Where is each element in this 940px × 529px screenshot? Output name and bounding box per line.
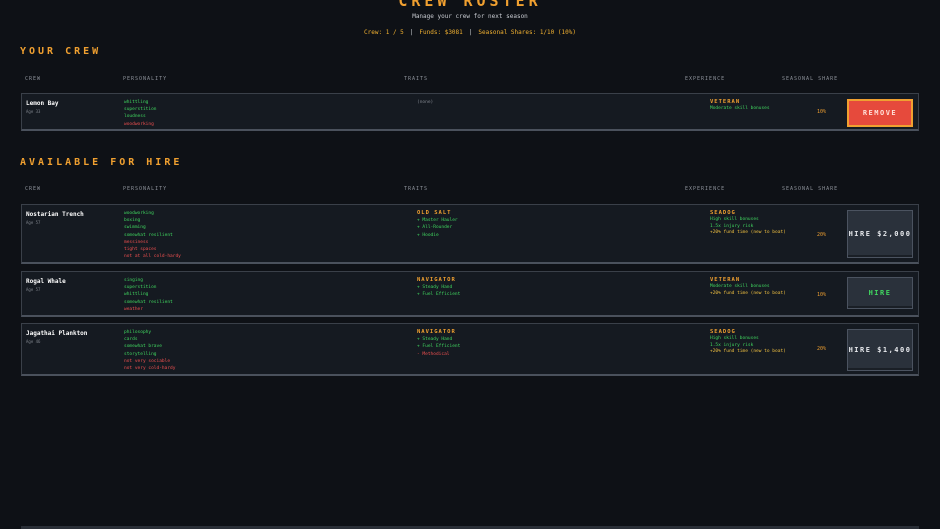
personality-item: woodworking	[124, 211, 154, 216]
trait-name: NAVIGATOR	[417, 329, 456, 335]
personality-item: whittling	[124, 292, 149, 298]
candidate-age: Age 57	[26, 220, 41, 225]
experience: SEADOG High skill bonuses 1.5x injury ri…	[710, 210, 786, 237]
trait-name: OLD SALT	[417, 210, 452, 216]
col-traits: TRAITS	[404, 186, 429, 192]
personality-list: whittling superstition loudness woodwork…	[124, 99, 157, 128]
trait-line: + Master Hauler	[417, 218, 458, 224]
remove-button[interactable]: REMOVE	[847, 99, 913, 127]
crew-name: Lemon Bay	[26, 100, 59, 107]
candidate-age: Age 57	[26, 287, 41, 292]
crew-age: Age 33	[26, 109, 41, 114]
crew-member-card: Lemon Bay Age 33 whittling superstition …	[21, 93, 919, 131]
personality-item: tight spaces	[124, 247, 157, 253]
candidate-age: Age 46	[26, 339, 41, 344]
trait-name: NAVIGATOR	[417, 277, 456, 283]
experience-line: High skill bonuses	[710, 216, 759, 222]
seasonal-share: 10%	[817, 109, 827, 115]
page-subtitle: Manage your crew for next season	[412, 13, 528, 20]
personality-item: messiness	[124, 239, 149, 245]
personality-list: singing superstition whittling somewhat …	[124, 277, 173, 313]
experience-line: Moderate skill bonuses	[710, 105, 770, 111]
experience-level: VETERAN	[710, 99, 741, 105]
experience: VETERAN Moderate skill bonuses	[710, 99, 770, 113]
personality-item: somewhat resilient	[124, 299, 173, 305]
candidate-card: Jagathai Plankton Age 46 philosophy card…	[21, 323, 919, 376]
stats-separator: |	[409, 29, 414, 36]
personality-item: storytelling	[124, 351, 157, 357]
personality-item: woodworking	[124, 121, 154, 127]
trait-line: + All-Rounder	[417, 225, 453, 231]
candidate-card: Nostarian Trench Age 57 woodworking boxi…	[21, 204, 919, 264]
experience-line: Moderate skill bonuses	[710, 283, 770, 289]
personality-item: somewhat resilient	[124, 232, 173, 238]
hire-button[interactable]: HIRE	[847, 277, 913, 309]
candidate-name: Rogal Whale	[26, 278, 66, 285]
experience: SEADOG High skill bonuses 1.5x injury ri…	[710, 329, 786, 356]
experience-level: SEADOG	[710, 210, 736, 216]
personality-item: philosophy	[124, 330, 152, 335]
trait-line: + Fuel Efficient	[417, 292, 461, 298]
traits-none: (none)	[417, 100, 434, 105]
personality-item: cards	[124, 337, 138, 343]
stats-bar: Crew: 1 / 5 | Funds: $3081 | Seasonal Shares…	[0, 29, 940, 36]
candidate-name: Jagathai Plankton	[26, 330, 88, 337]
personality-list: woodworking boxing swimming somewhat res…	[124, 210, 181, 260]
seasonal-share: 20%	[817, 346, 827, 352]
trait-line: + Hoodie	[417, 232, 439, 238]
trait-line: + Fuel Efficient	[417, 344, 461, 350]
col-crew: CREW	[25, 186, 42, 192]
experience-line: +20% fund time (new to boat)	[710, 230, 786, 236]
candidate-name: Nostarian Trench	[26, 211, 84, 218]
personality-item: not at all cold-hardy	[124, 254, 181, 260]
col-seasonal-share: SEASONAL SHARE	[782, 186, 839, 192]
personality-item: weather	[124, 306, 143, 312]
experience-level: VETERAN	[710, 277, 741, 283]
experience-line: High skill bonuses	[710, 335, 759, 341]
experience: VETERAN Moderate skill bonuses +20% fund…	[710, 277, 786, 297]
personality-item: superstition	[124, 285, 157, 291]
seasonal-shares: Seasonal Shares: 1/10 (10%)	[478, 29, 576, 36]
stats-separator: |	[468, 29, 473, 36]
available-title: AVAILABLE FOR HIRE	[20, 157, 183, 168]
personality-list: philosophy cards somewhat brave storytel…	[124, 329, 175, 372]
experience-line: +20% fund time (new to boat)	[710, 290, 786, 296]
personality-item: superstition	[124, 107, 157, 113]
traits: NAVIGATOR + Steady Hand + Fuel Efficient…	[417, 329, 460, 358]
traits: (none)	[417, 99, 433, 106]
col-experience: EXPERIENCE	[685, 76, 726, 82]
personality-item: whittling	[124, 100, 149, 105]
trait-line: + Steady Hand	[417, 337, 453, 343]
col-personality: PERSONALITY	[123, 76, 168, 82]
personality-item: loudness	[124, 114, 146, 120]
col-seasonal-share: SEASONAL SHARE	[782, 76, 839, 82]
personality-item: not very cold-hardy	[124, 366, 176, 372]
experience-line: +20% fund time (new to boat)	[710, 349, 786, 355]
page-title: CREW ROSTER	[398, 0, 542, 10]
hire-button[interactable]: HIRE $2,000	[847, 210, 913, 258]
col-traits: TRAITS	[404, 76, 429, 82]
personality-item: somewhat brave	[124, 344, 162, 350]
traits: OLD SALT + Master Hauler + All-Rounder +…	[417, 210, 458, 239]
seasonal-share: 10%	[817, 292, 827, 298]
funds: Funds: $3081	[419, 29, 463, 36]
personality-item: not very sociable	[124, 358, 171, 364]
your-crew-title: YOUR CREW	[20, 46, 102, 57]
personality-item: singing	[124, 278, 143, 283]
candidate-card: Rogal Whale Age 57 singing superstition …	[21, 271, 919, 317]
trait-line: - Methodical	[417, 351, 450, 357]
crew-count: Crew: 1 / 5	[364, 29, 404, 36]
col-experience: EXPERIENCE	[685, 186, 726, 192]
traits: NAVIGATOR + Steady Hand + Fuel Efficient	[417, 277, 460, 299]
personality-item: boxing	[124, 218, 141, 224]
personality-item: swimming	[124, 225, 146, 231]
col-personality: PERSONALITY	[123, 186, 168, 192]
experience-level: SEADOG	[710, 329, 736, 335]
trait-line: + Steady Hand	[417, 285, 453, 291]
col-crew: CREW	[25, 76, 42, 82]
hire-button[interactable]: HIRE $1,400	[847, 329, 913, 371]
seasonal-share: 20%	[817, 232, 827, 238]
